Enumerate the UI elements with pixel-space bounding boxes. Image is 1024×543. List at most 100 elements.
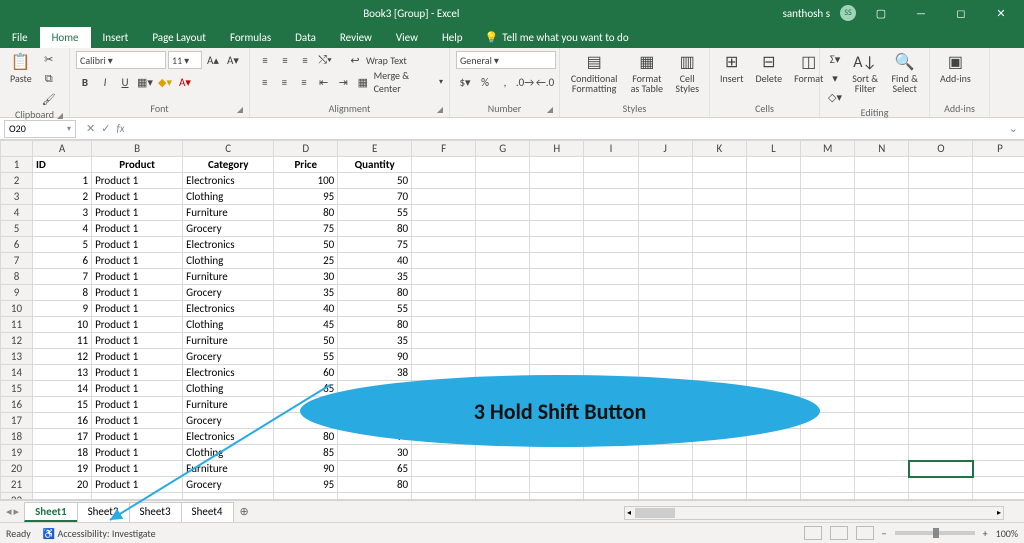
cell[interactable]: 40: [274, 301, 338, 317]
increase-indent-icon[interactable]: ⇥: [334, 73, 352, 91]
cell[interactable]: [530, 477, 584, 493]
accessibility-status[interactable]: ♿ Accessibility: Investigate: [43, 527, 156, 540]
cell[interactable]: [973, 333, 1024, 349]
align-bottom-icon[interactable]: ≡: [296, 51, 314, 69]
cell[interactable]: [638, 237, 692, 253]
cell[interactable]: [692, 285, 746, 301]
tab-file[interactable]: File: [0, 27, 40, 48]
cell[interactable]: [801, 301, 855, 317]
cell[interactable]: [746, 173, 800, 189]
align-right-icon[interactable]: ≡: [295, 73, 313, 91]
row-header-3[interactable]: 3: [1, 189, 33, 205]
cell[interactable]: [973, 477, 1024, 493]
cell[interactable]: [855, 157, 909, 173]
row-header-12[interactable]: 12: [1, 333, 33, 349]
cell[interactable]: 6: [33, 253, 92, 269]
cell[interactable]: [412, 445, 476, 461]
row-header-15[interactable]: 15: [1, 381, 33, 397]
cell[interactable]: [801, 349, 855, 365]
cell[interactable]: Price: [274, 157, 338, 173]
cell[interactable]: Product 1: [92, 445, 183, 461]
cell[interactable]: [909, 157, 973, 173]
cell[interactable]: 80: [338, 477, 412, 493]
cell[interactable]: [746, 221, 800, 237]
cell[interactable]: Grocery: [183, 221, 274, 237]
dialog-launcher-icon[interactable]: ◢: [437, 105, 443, 115]
currency-icon[interactable]: $▾: [456, 73, 474, 91]
row-header-7[interactable]: 7: [1, 253, 33, 269]
row-header-22[interactable]: 22: [1, 493, 33, 501]
autosum-icon[interactable]: Σ▾: [826, 50, 844, 68]
decrease-decimal-icon[interactable]: ←.0: [536, 73, 554, 91]
cell[interactable]: 13: [33, 365, 92, 381]
cell[interactable]: Product 1: [92, 221, 183, 237]
cell[interactable]: [638, 301, 692, 317]
format-as-table-button[interactable]: ▦Format as Table: [626, 50, 667, 96]
cell[interactable]: [412, 461, 476, 477]
cell[interactable]: [801, 237, 855, 253]
cell[interactable]: [973, 365, 1024, 381]
cell[interactable]: [973, 237, 1024, 253]
cell[interactable]: Product 1: [92, 301, 183, 317]
cell[interactable]: [909, 221, 973, 237]
row-header-16[interactable]: 16: [1, 397, 33, 413]
row-header-11[interactable]: 11: [1, 317, 33, 333]
cell[interactable]: 65: [338, 461, 412, 477]
row-header-8[interactable]: 8: [1, 269, 33, 285]
cell[interactable]: 35: [338, 333, 412, 349]
cell[interactable]: [855, 205, 909, 221]
font-color-button[interactable]: A▾: [176, 73, 194, 91]
row-header-6[interactable]: 6: [1, 237, 33, 253]
row-header-5[interactable]: 5: [1, 221, 33, 237]
cell[interactable]: Product 1: [92, 269, 183, 285]
cell[interactable]: [530, 317, 584, 333]
font-name-select[interactable]: Calibri▾: [76, 51, 166, 69]
dialog-launcher-icon[interactable]: ◢: [57, 111, 63, 121]
horizontal-scrollbar[interactable]: ◂▸: [624, 506, 1004, 520]
cell[interactable]: [801, 445, 855, 461]
cell[interactable]: [638, 205, 692, 221]
col-header-C[interactable]: C: [183, 141, 274, 157]
cell[interactable]: [584, 221, 638, 237]
cell[interactable]: [746, 493, 800, 501]
wrap-text-icon[interactable]: ↩: [346, 51, 364, 69]
ribbon-options-icon[interactable]: ▢: [866, 7, 896, 20]
cell[interactable]: 12: [33, 349, 92, 365]
comma-icon[interactable]: ,: [496, 73, 514, 91]
row-header-20[interactable]: 20: [1, 461, 33, 477]
wrap-text-label[interactable]: Wrap Text: [366, 54, 407, 67]
cell[interactable]: 40: [338, 253, 412, 269]
cell[interactable]: [638, 157, 692, 173]
cell[interactable]: [412, 317, 476, 333]
cell[interactable]: [973, 301, 1024, 317]
cell[interactable]: [638, 189, 692, 205]
cell[interactable]: [746, 365, 800, 381]
merge-icon[interactable]: ▦: [354, 73, 372, 91]
select-all-corner[interactable]: [1, 141, 33, 157]
cell[interactable]: [412, 205, 476, 221]
cell[interactable]: [801, 189, 855, 205]
dialog-launcher-icon[interactable]: ◢: [237, 105, 243, 115]
cell[interactable]: [530, 221, 584, 237]
cell[interactable]: Product 1: [92, 429, 183, 445]
cell[interactable]: [412, 333, 476, 349]
cell[interactable]: Product 1: [92, 205, 183, 221]
col-header-G[interactable]: G: [476, 141, 530, 157]
expand-formula-icon[interactable]: ⌄: [1003, 122, 1024, 135]
cell[interactable]: [692, 237, 746, 253]
cell[interactable]: [412, 493, 476, 501]
cell[interactable]: [973, 221, 1024, 237]
cell[interactable]: [973, 269, 1024, 285]
tab-data[interactable]: Data: [283, 27, 328, 48]
cell[interactable]: [692, 253, 746, 269]
addins-button[interactable]: ▣Add-ins: [936, 50, 975, 86]
cell[interactable]: [584, 461, 638, 477]
cell[interactable]: [909, 381, 973, 397]
cell[interactable]: Product 1: [92, 365, 183, 381]
bold-button[interactable]: B: [76, 73, 94, 91]
cell[interactable]: [909, 493, 973, 501]
cell[interactable]: Product 1: [92, 317, 183, 333]
col-header-P[interactable]: P: [973, 141, 1024, 157]
cell[interactable]: [412, 253, 476, 269]
cell[interactable]: [801, 317, 855, 333]
